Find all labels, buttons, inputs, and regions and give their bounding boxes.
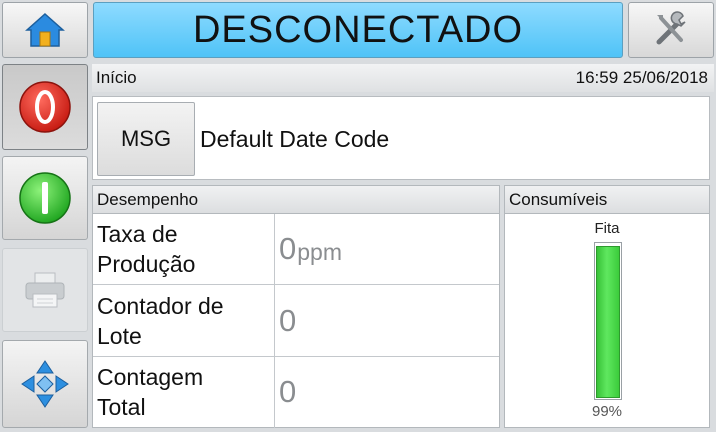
batch-counter-value[interactable]: 0 [275,285,499,355]
batch-counter-number: 0 [279,302,297,338]
tape-label: Fita [594,220,620,237]
batch-counter-label: Contador de Lote [93,285,275,356]
production-rate-label-line1: Taxa de [97,221,178,248]
message-panel: MSG Default Date Code [92,96,710,180]
tape-level-gauge [594,242,622,400]
consumables-title-text: Consumíveis [509,189,608,209]
total-count-number: 0 [279,374,297,410]
production-rate-number: 0 [279,231,297,267]
total-count-label-line2: Total [97,394,146,421]
production-rate-row: Taxa de Produção 0 ppm [93,214,499,286]
start-button[interactable] [2,156,88,240]
total-count-row: Contagem Total 0 [93,356,499,429]
message-name-text: Default Date Code [200,125,390,152]
batch-counter-row: Contador de Lote 0 [93,285,499,357]
production-rate-value: 0 ppm [275,214,499,284]
message-name: Default Date Code [200,97,705,181]
tape-level-fill [596,246,620,398]
settings-tools-button[interactable] [628,2,714,58]
directional-arrows-icon [21,360,69,408]
connection-status-banner: DESCONECTADO [93,2,623,58]
performance-title-text: Desempenho [97,189,199,209]
total-count-label: Contagem Total [93,356,275,429]
stop-icon [19,81,71,133]
home-icon [25,12,65,47]
home-button[interactable] [2,2,88,58]
performance-rows: Taxa de Produção 0 ppm Contador de Lote 0 C… [93,214,499,429]
stop-button[interactable] [2,64,88,150]
batch-counter-label-line2: Lote [97,322,142,349]
printer-icon [25,272,65,308]
consumables-panel-title: Consumíveis [505,186,709,214]
consumables-panel[interactable]: Consumíveis Fita 99% [504,185,710,428]
msg-button[interactable]: MSG [97,102,195,176]
navigation-button[interactable] [2,340,88,428]
total-count-label-line1: Contagem [97,364,204,391]
production-rate-unit: ppm [297,238,342,265]
print-button[interactable] [2,248,88,332]
breadcrumb: Início 16:59 25/06/2018 [92,64,714,92]
production-rate-label: Taxa de Produção [93,214,275,285]
msg-button-label: MSG [120,126,172,151]
tape-level-percent: 99% [591,403,623,420]
performance-panel: Desempenho Taxa de Produção 0 ppm Contador… [92,185,500,429]
datetime-display: 16:59 25/06/2018 [575,68,708,87]
batch-counter-label-line1: Contador de [97,292,224,319]
total-count-value: 0 [275,357,499,428]
start-icon [19,172,71,224]
breadcrumb-location: Início [96,68,137,87]
connection-status-text: DESCONECTADO [192,8,524,51]
performance-panel-title: Desempenho [93,186,499,214]
production-rate-label-line2: Produção [97,251,196,278]
tools-icon [656,11,686,45]
